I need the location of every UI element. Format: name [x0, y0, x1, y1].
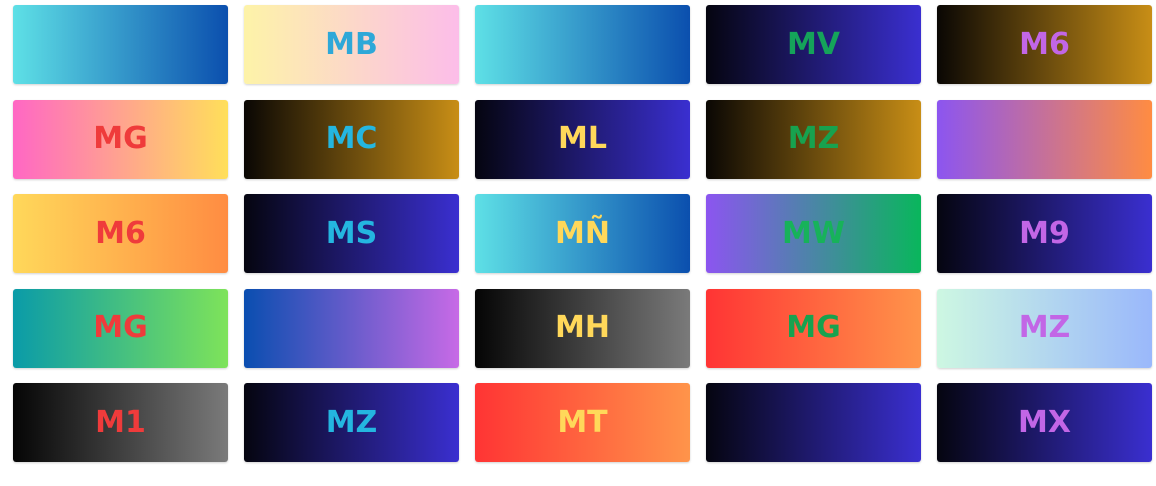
tile-label: MW [782, 215, 845, 251]
gradient-tile[interactable] [706, 383, 921, 462]
gradient-tile[interactable]: M1 [13, 383, 228, 462]
gradient-tile[interactable]: MT [475, 383, 690, 462]
tile-label: MZ [1018, 310, 1071, 345]
tile-label: MT [557, 404, 608, 440]
tile-label: M6 [1019, 26, 1070, 62]
tile-label: M6 [95, 215, 146, 251]
gradient-tile[interactable]: MG [13, 99, 228, 179]
gradient-tile[interactable]: MG [706, 288, 921, 368]
tile-label: MH [555, 310, 610, 345]
gradient-tile[interactable]: MS [244, 194, 459, 273]
tile-label: MX [1018, 404, 1071, 440]
tile-label: MV [786, 26, 841, 62]
gradient-tile[interactable]: MG [13, 288, 228, 368]
gradient-tile[interactable] [13, 5, 228, 84]
tile-label: MZ [325, 404, 378, 440]
tile-label: MZ [787, 121, 840, 156]
gradient-tile[interactable]: MW [706, 194, 921, 273]
tile-label: MB [325, 26, 378, 62]
gradient-tile[interactable]: MZ [937, 288, 1152, 368]
gradient-tile[interactable] [244, 288, 459, 368]
gradient-tile[interactable]: MB [244, 5, 459, 84]
gradient-tile[interactable]: MÑ [475, 194, 690, 273]
tile-label: M9 [1019, 215, 1070, 251]
tile-label: ML [558, 121, 607, 156]
tile-label: M1 [95, 404, 146, 440]
gradient-grid: MB MV M6 MG MC ML MZ M6 MS MÑ MW M9 MG MH MG MZ M1 MZ MT MX [13, 5, 1152, 462]
tile-label: MG [93, 121, 148, 156]
gradient-tile[interactable]: M9 [937, 194, 1152, 273]
gradient-tile[interactable]: MH [475, 288, 690, 368]
gradient-tile[interactable]: ML [475, 99, 690, 179]
tile-label: MS [325, 215, 378, 251]
gradient-tile[interactable]: MZ [706, 99, 921, 179]
gradient-tile[interactable]: MX [937, 383, 1152, 462]
gradient-tile[interactable]: M6 [13, 194, 228, 273]
tile-label: MG [786, 310, 841, 345]
gradient-tile[interactable] [937, 99, 1152, 179]
gradient-tile[interactable]: MC [244, 99, 459, 179]
gradient-tile[interactable]: MV [706, 5, 921, 84]
gradient-tile[interactable]: M6 [937, 5, 1152, 84]
gradient-tile[interactable] [475, 5, 690, 84]
tile-label: MG [93, 310, 148, 345]
gradient-tile[interactable]: MZ [244, 383, 459, 462]
tile-label: MC [325, 121, 378, 156]
tile-label: MÑ [555, 215, 610, 251]
